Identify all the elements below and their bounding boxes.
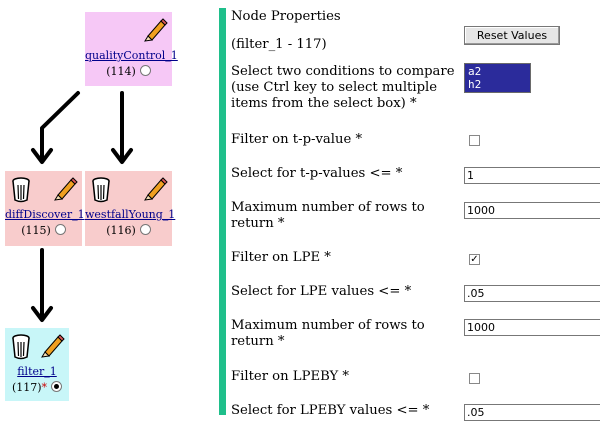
max-rows-1-label-line-2: return * bbox=[231, 216, 285, 231]
select-option[interactable]: h2 bbox=[468, 78, 527, 91]
filter-lpe-label: Filter on LPE * bbox=[231, 250, 331, 265]
tp-values-label: Select for t-p-values <= * bbox=[231, 166, 403, 181]
tp-values-input[interactable]: 1 bbox=[464, 167, 600, 184]
pencil-icon[interactable] bbox=[142, 175, 168, 201]
node-name-link[interactable]: filter_1 bbox=[5, 365, 69, 378]
workflow-node-filter[interactable]: filter_1 (117)* bbox=[5, 328, 69, 401]
required-marker: * bbox=[41, 381, 48, 394]
panel-title: Node Properties bbox=[231, 9, 341, 24]
conditions-select-box[interactable]: a2 h2 bbox=[464, 63, 531, 93]
panel-divider bbox=[219, 8, 226, 415]
lpeby-values-input[interactable]: .05 bbox=[464, 404, 600, 421]
max-rows-2-input[interactable]: 1000 bbox=[464, 319, 600, 336]
trash-icon[interactable] bbox=[11, 177, 31, 203]
trash-icon[interactable] bbox=[11, 334, 31, 360]
node-select-radio-selected[interactable] bbox=[51, 381, 63, 392]
node-id: (116) bbox=[106, 224, 136, 237]
trash-icon[interactable] bbox=[91, 177, 111, 203]
node-select-radio[interactable] bbox=[54, 224, 66, 235]
lpeby-values-label: Select for LPEBY values <= * bbox=[231, 403, 430, 418]
filter-tp-checkbox[interactable] bbox=[469, 135, 480, 146]
workflow-node-diffdiscover[interactable]: diffDiscover_1 (115) bbox=[5, 171, 85, 246]
workflow-node-westfallyoung[interactable]: westfallYoung_1 (116) bbox=[85, 171, 175, 246]
workflow-node-qualitycontrol[interactable]: qualityControl_1 (114) bbox=[85, 12, 178, 86]
pencil-icon[interactable] bbox=[39, 332, 65, 358]
node-properties-panel: Node Properties (filter_1 - 117) Reset V… bbox=[231, 0, 600, 421]
node-select-radio[interactable] bbox=[139, 224, 151, 235]
compare-label-line-3: items from the select box) * bbox=[231, 96, 417, 111]
node-select-radio[interactable] bbox=[139, 65, 151, 76]
lpe-values-input[interactable]: .05 bbox=[464, 285, 600, 302]
max-rows-1-input[interactable]: 1000 bbox=[464, 202, 600, 219]
filter-tp-label: Filter on t-p-value * bbox=[231, 132, 363, 147]
filter-lpeby-checkbox[interactable] bbox=[469, 373, 480, 384]
reset-values-button[interactable]: Reset Values bbox=[464, 26, 560, 45]
node-id: (117) bbox=[11, 381, 42, 394]
node-name-link[interactable]: westfallYoung_1 bbox=[85, 208, 175, 221]
node-name-link[interactable]: qualityControl_1 bbox=[85, 49, 178, 62]
max-rows-1-label-line-1: Maximum number of rows to bbox=[231, 200, 425, 215]
panel-subtitle: (filter_1 - 117) bbox=[231, 37, 327, 52]
node-id: (115) bbox=[21, 224, 51, 237]
filter-lpeby-label: Filter on LPEBY * bbox=[231, 369, 350, 384]
max-rows-2-label-line-1: Maximum number of rows to bbox=[231, 318, 425, 333]
select-option[interactable]: a2 bbox=[468, 65, 527, 78]
compare-label-line-2: (use Ctrl key to select multiple bbox=[231, 80, 438, 95]
pencil-icon[interactable] bbox=[142, 16, 168, 42]
arrow-quality-to-diff bbox=[40, 91, 80, 162]
pencil-icon[interactable] bbox=[52, 175, 78, 201]
filter-lpe-checkbox[interactable]: ✓ bbox=[469, 254, 480, 265]
node-name-link[interactable]: diffDiscover_1 bbox=[5, 208, 85, 221]
node-id: (114) bbox=[106, 65, 136, 78]
compare-label-line-1: Select two conditions to compare bbox=[231, 64, 455, 79]
lpe-values-label: Select for LPE values <= * bbox=[231, 284, 412, 299]
max-rows-2-label-line-2: return * bbox=[231, 334, 285, 349]
